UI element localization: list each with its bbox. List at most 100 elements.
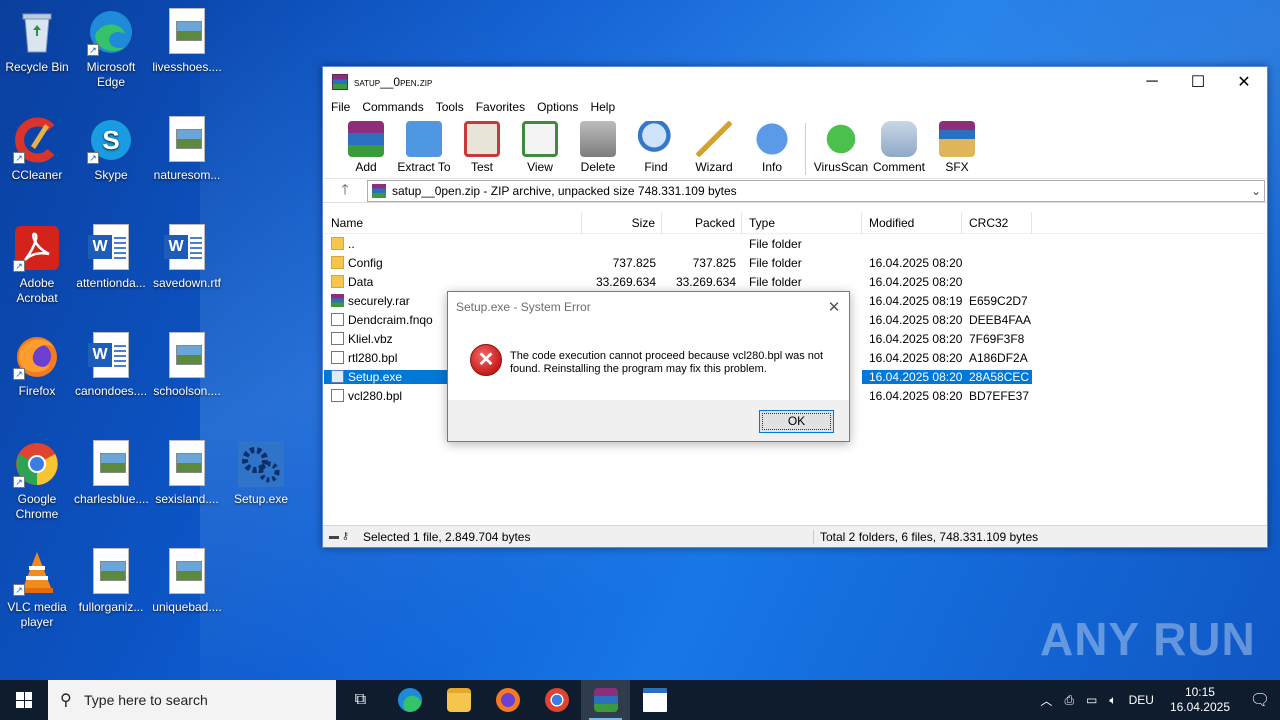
toolbar-separator [805,123,806,175]
desktop-icon-canondoes[interactable]: W canondoes.... [74,332,148,399]
start-button[interactable] [0,680,48,720]
column-crc32[interactable]: CRC32 [962,211,1032,234]
find-magnifier-icon [638,121,674,157]
column-packed[interactable]: Packed [662,211,742,234]
menu-options[interactable]: Options [531,100,584,114]
desktop-icon-savedown[interactable]: W savedown.rtf [150,224,224,291]
network-icon[interactable]: ▭ [1080,693,1103,707]
shortcut-arrow-icon: ↗ [13,368,25,380]
desktop-icon-label: Firefox [18,384,56,398]
file-modified-cell: 16.04.2025 08:20 [869,312,962,327]
task-view-button[interactable]: ⧉ [336,680,385,720]
file-name: Data [348,274,374,289]
desktop-icon-fullorganiz[interactable]: fullorganiz... [74,548,148,615]
file-crc-cell: 28A58CEC [962,369,1032,384]
taskbar-file-explorer[interactable] [434,680,483,720]
network-device-icon[interactable]: ⎙ [1058,693,1080,708]
minimize-button[interactable]: ─ [1129,67,1175,97]
info-button[interactable]: Info [743,117,801,174]
taskbar-edge[interactable] [385,680,434,720]
language-indicator[interactable]: DEU [1123,693,1160,707]
desktop-icon-label: livesshoes.... [152,60,222,74]
desktop-icon-sexisland[interactable]: sexisland.... [150,440,224,507]
menu-favorites[interactable]: Favorites [470,100,531,114]
address-bar: 🡑 satup__0pen.zip - ZIP archive, unpacke… [323,179,1267,203]
desktop-icon-label: Recycle Bin [5,60,69,74]
taskbar-winrar[interactable] [581,680,630,720]
desktop-icon-setup[interactable]: Setup.exe [224,440,298,507]
desktop-icon-schoolson[interactable]: schoolson.... [150,332,224,399]
sfx-box-icon [939,121,975,157]
comment-button[interactable]: Comment [870,117,928,174]
clock-time: 10:15 [1184,685,1215,699]
file-row[interactable]: .. File folder [324,234,1266,253]
desktop-icon-uniquebad[interactable]: uniquebad.... [150,548,224,615]
image-file-icon [163,548,211,596]
info-icon [754,121,790,157]
dialog-close-button[interactable]: ✕ [819,298,849,316]
maximize-button[interactable]: ☐ [1175,67,1221,97]
menu-commands[interactable]: Commands [356,100,429,114]
desktop-icon-vlc[interactable]: ↗ VLC media player [0,548,74,630]
add-button[interactable]: Add [337,117,395,174]
toolbar: Add Extract To Test View Delete Find Wiz… [323,117,1267,179]
desktop-icon-firefox[interactable]: ↗ Firefox [0,332,74,399]
desktop-icon-charlesblue[interactable]: charlesblue.... [74,440,149,507]
taskbar-firefox[interactable] [483,680,532,720]
windows-logo-icon [16,692,32,708]
path-combobox[interactable]: satup__0pen.zip - ZIP archive, unpacked … [367,179,1265,202]
file-size-cell: 33.269.634 [595,274,656,289]
close-button[interactable]: ✕ [1221,67,1267,97]
desktop-icon-attentionda[interactable]: W attentionda... [74,224,148,291]
dialog-titlebar[interactable]: Setup.exe - System Error ✕ [448,292,849,322]
status-selection: Selected 1 file, 2.849.704 bytes [363,529,531,544]
desktop-icon-chrome[interactable]: ↗ Google Chrome [0,440,74,522]
wizard-button[interactable]: Wizard [685,117,743,174]
menu-file[interactable]: File [325,100,356,114]
window-titlebar[interactable]: satup__0pen.zip ─ ☐ ✕ [323,67,1267,97]
file-type-cell: File folder [749,255,802,270]
chevron-down-icon[interactable]: ⌄ [1248,184,1264,198]
column-type[interactable]: Type [742,211,862,234]
desktop-icon-naturesom[interactable]: naturesom... [150,116,224,183]
view-button[interactable]: View [511,117,569,174]
notification-icon[interactable]: 🗨︎ [1240,690,1280,710]
file-packed-cell: 737.825 [692,255,736,270]
volume-icon[interactable]: 🔈︎ [1103,693,1122,708]
extract-to-button[interactable]: Extract To [395,117,453,174]
dialog-footer: OK [448,400,849,441]
desktop-icon-recycle-bin[interactable]: Recycle Bin [0,8,74,75]
shortcut-arrow-icon: ↗ [87,152,99,164]
desktop-icon-ccleaner[interactable]: ↗ CCleaner [0,116,74,183]
desktop-icon-livesshoes[interactable]: livesshoes.... [150,8,224,75]
ccleaner-icon: ↗ [13,116,61,164]
chevron-up-icon[interactable]: ︿ [1034,692,1058,709]
file-row[interactable]: Config 737.825 737.825 File folder 16.04.202… [324,253,1266,272]
menu-tools[interactable]: Tools [430,100,470,114]
menu-help[interactable]: Help [584,100,621,114]
column-size[interactable]: Size [582,211,662,234]
column-name[interactable]: Name [324,211,582,234]
taskbar-setup-app[interactable] [630,680,679,720]
file-crc-cell: BD7EFE37 [969,388,1030,403]
virusscan-button[interactable]: VirusScan [812,117,870,174]
taskbar-search-box[interactable]: ⚲ Type here to search [48,680,336,720]
delete-button[interactable]: Delete [569,117,627,174]
desktop-icon-label: Microsoft Edge [86,60,136,89]
sfx-button[interactable]: SFX [928,117,986,174]
column-modified[interactable]: Modified [862,211,962,234]
find-button[interactable]: Find [627,117,685,174]
desktop-icon-acrobat[interactable]: ↗ Adobe Acrobat [0,224,74,306]
task-view-icon: ⧉ [354,691,367,708]
taskbar-chrome[interactable] [532,680,581,720]
desktop-icon-edge[interactable]: ↗ Microsoft Edge [74,8,148,90]
file-crc-cell: 7F69F3F8 [969,331,1025,346]
desktop-icon-skype[interactable]: S ↗ Skype [74,116,148,183]
edge-icon [397,688,422,712]
clock[interactable]: 10:15 16.04.2025 [1160,685,1240,715]
up-arrow-icon[interactable]: 🡑 [323,179,367,203]
file-name: vcl280.bpl [348,388,403,403]
ok-button[interactable]: OK [759,410,834,433]
file-row[interactable]: Data 33.269.634 33.269.634 File folder 16.04… [324,272,1266,291]
test-button[interactable]: Test [453,117,511,174]
